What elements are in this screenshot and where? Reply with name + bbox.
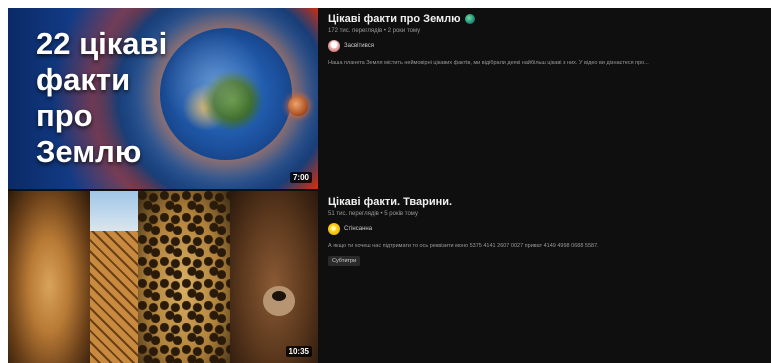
moon-image: [288, 96, 308, 116]
bear-image: [230, 191, 318, 363]
globe-icon: [464, 14, 475, 24]
channel-avatar[interactable]: [328, 40, 340, 52]
channel-link[interactable]: Стінсанна: [328, 223, 765, 235]
bear-nose: [272, 291, 286, 301]
search-results: 22 цікаві факти про Землю 7:00 Цікаві фа…: [8, 8, 771, 363]
video-title: Цікаві факти про Землю: [328, 13, 461, 25]
video-title: Цікаві факти. Тварини.: [328, 196, 453, 208]
thumbnail-text: 22 цікаві факти про Землю: [36, 26, 168, 169]
subtitles-badge: Субтитри: [328, 256, 361, 266]
video-meta: Цікаві факти. Тварини. 51 тис. перегляді…: [328, 191, 765, 267]
channel-link[interactable]: Засвітився: [328, 40, 765, 52]
video-stats: 172 тис. переглядів • 2 роки тому: [328, 28, 421, 34]
video-title-link[interactable]: Цікаві факти. Тварини.: [328, 196, 765, 208]
video-thumbnail[interactable]: 22 цікаві факти про Землю 7:00: [8, 8, 318, 189]
video-description: Наша планета Земля містить неймовірні ці…: [328, 60, 649, 66]
video-stats: 51 тис. переглядів • 5 років тому: [328, 211, 418, 217]
channel-name[interactable]: Стінсанна: [344, 226, 372, 232]
sky-image: [90, 191, 138, 231]
video-result[interactable]: 10:35 Цікаві факти. Тварини. 51 тис. пер…: [8, 191, 771, 363]
channel-name[interactable]: Засвітився: [344, 43, 374, 49]
leopard-image: [138, 191, 230, 363]
duration-badge: 7:00: [289, 172, 312, 183]
lion-image: [8, 191, 90, 363]
video-thumbnail[interactable]: 10:35: [8, 191, 318, 363]
video-title-link[interactable]: Цікаві факти про Землю: [328, 13, 765, 25]
video-meta: Цікаві факти про Землю 172 тис. перегляд…: [328, 8, 765, 66]
video-description: А якщо ти хочеш нас підтримати то ось ре…: [328, 243, 599, 249]
video-result[interactable]: 22 цікаві факти про Землю 7:00 Цікаві фа…: [8, 8, 771, 189]
channel-avatar[interactable]: [328, 223, 340, 235]
duration-badge: 10:35: [285, 346, 312, 357]
